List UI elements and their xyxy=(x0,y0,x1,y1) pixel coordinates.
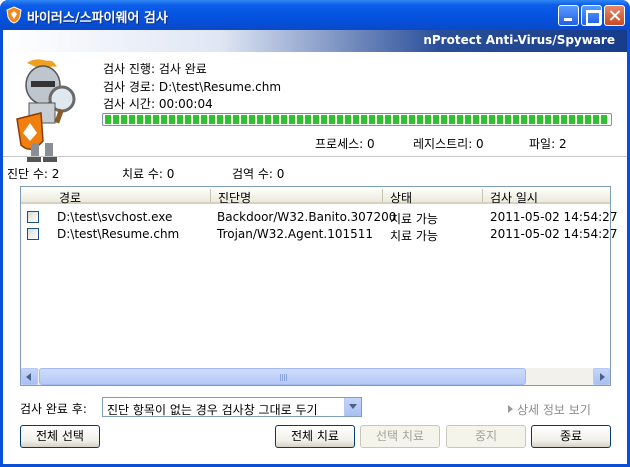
diagnosed-count: 진단 수: 2 xyxy=(7,167,60,181)
client-area: nProtect Anti-Virus/Spyware 검사 진행: 검사 완료… xyxy=(3,30,627,464)
mascot-knight-icon xyxy=(16,59,76,162)
file-count: 파일: 2 xyxy=(529,137,567,151)
process-count: 프로세스: 0 xyxy=(315,137,375,151)
close-button[interactable] xyxy=(604,5,625,26)
exit-button[interactable]: 종료 xyxy=(531,425,611,448)
row-path: D:\test\svchost.exe xyxy=(57,210,173,224)
scroll-left-button[interactable] xyxy=(21,368,38,385)
column-divider[interactable] xyxy=(482,189,483,202)
scroll-right-button[interactable] xyxy=(593,368,610,385)
column-header-name[interactable]: 진단명 xyxy=(218,189,251,206)
maximize-button[interactable] xyxy=(581,5,602,26)
after-scan-selected: 진단 항목이 없는 경우 검사창 그대로 두기 xyxy=(107,403,318,417)
row-date: 2011-05-02 14:54:27 xyxy=(490,210,618,224)
column-divider[interactable] xyxy=(210,189,211,202)
treated-count: 치료 수: 0 xyxy=(122,167,175,181)
chevron-down-icon[interactable] xyxy=(344,398,361,416)
banner-text: nProtect Anti-Virus/Spyware xyxy=(423,33,615,47)
select-all-button[interactable]: 전체 선택 xyxy=(20,425,100,448)
row-checkbox[interactable] xyxy=(27,228,39,240)
progress-fill xyxy=(105,115,609,124)
title-bar[interactable]: 바이러스/스파이웨어 검사 xyxy=(0,0,630,30)
product-banner: nProtect Anti-Virus/Spyware xyxy=(3,30,627,52)
after-scan-label: 검사 완료 후: xyxy=(20,402,87,416)
after-scan-select[interactable]: 진단 항목이 없는 경우 검사창 그대로 두기 xyxy=(102,397,362,417)
row-detection-name: Trojan/W32.Agent.101511 xyxy=(217,227,374,241)
grip-icon xyxy=(280,374,288,381)
stop-button[interactable]: 중지 xyxy=(446,425,526,448)
row-status: 치료 가능 xyxy=(390,229,438,243)
row-date: 2011-05-02 14:54:27 xyxy=(490,227,618,241)
column-divider[interactable] xyxy=(382,189,383,202)
scan-path-label: 검사 경로: D:\test\Resume.chm xyxy=(103,80,282,94)
row-checkbox[interactable] xyxy=(27,211,39,223)
column-header-status[interactable]: 상태 xyxy=(390,189,412,206)
treat-all-button[interactable]: 전체 치료 xyxy=(275,425,355,448)
column-header-date[interactable]: 검사 일시 xyxy=(490,189,538,206)
row-path: D:\test\Resume.chm xyxy=(57,227,180,241)
row-detection-name: Backdoor/W32.Banito.307200 xyxy=(217,210,397,224)
section-divider xyxy=(3,156,627,157)
shield-icon xyxy=(6,6,22,24)
scan-progress-bar xyxy=(102,113,612,126)
detail-info-link[interactable]: 상세 정보 보기 xyxy=(508,401,591,418)
quarantined-count: 검역 수: 0 xyxy=(232,167,285,181)
table-row[interactable]: D:\test\svchost.exe Backdoor/W32.Banito.… xyxy=(21,208,617,226)
scan-progress-label: 검사 진행: 검사 완료 xyxy=(103,62,207,76)
minimize-button[interactable] xyxy=(558,5,579,26)
detail-info-label: 상세 정보 보기 xyxy=(517,403,591,417)
treat-selected-button[interactable]: 선택 치료 xyxy=(360,425,440,448)
table-row[interactable]: D:\test\Resume.chm Trojan/W32.Agent.1015… xyxy=(21,225,617,243)
window-title: 바이러스/스파이웨어 검사 xyxy=(27,11,168,26)
scan-time-label: 검사 시간: 00:00:04 xyxy=(103,97,213,111)
app-window: 바이러스/스파이웨어 검사 nProtect Anti-Virus/Spywar… xyxy=(0,0,630,467)
detection-list[interactable]: 경로 진단명 상태 검사 일시 D:\test\svchost.exe Back… xyxy=(20,186,617,386)
list-header: 경로 진단명 상태 검사 일시 xyxy=(21,187,610,206)
horizontal-scrollbar[interactable] xyxy=(21,368,610,385)
column-header-path[interactable]: 경로 xyxy=(59,189,81,206)
scroll-thumb[interactable] xyxy=(39,368,526,385)
registry-count: 레지스트리: 0 xyxy=(413,137,484,151)
triangle-right-icon xyxy=(508,405,513,413)
